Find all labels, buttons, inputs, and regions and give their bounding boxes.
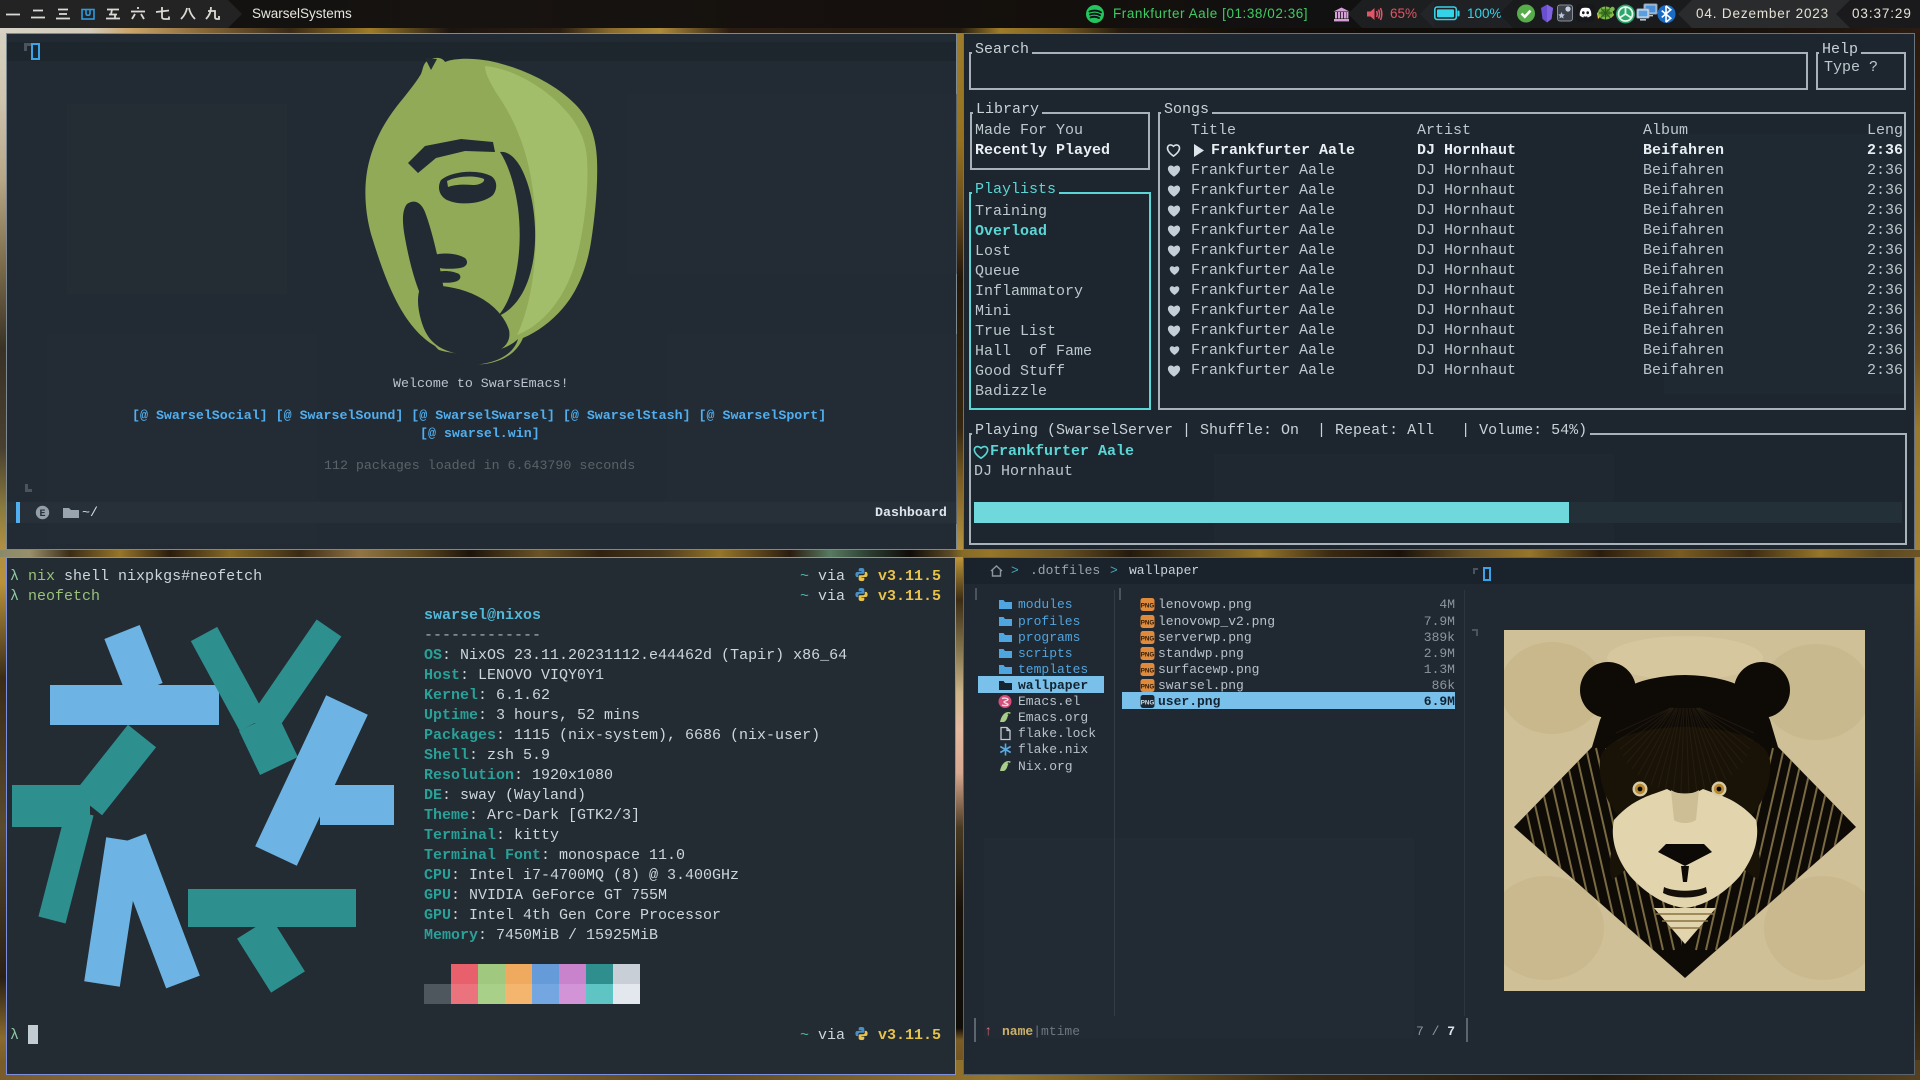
svg-text:E: E [39,509,45,520]
svg-text:PNG: PNG [1141,684,1155,691]
svg-text:PNG: PNG [1141,636,1155,643]
svg-text:PNG: PNG [1141,620,1155,627]
svg-text:PNG: PNG [1141,700,1155,707]
svg-text:PNG: PNG [1141,652,1155,659]
svg-text:PNG: PNG [1141,668,1155,675]
svg-text:PNG: PNG [1141,603,1155,610]
